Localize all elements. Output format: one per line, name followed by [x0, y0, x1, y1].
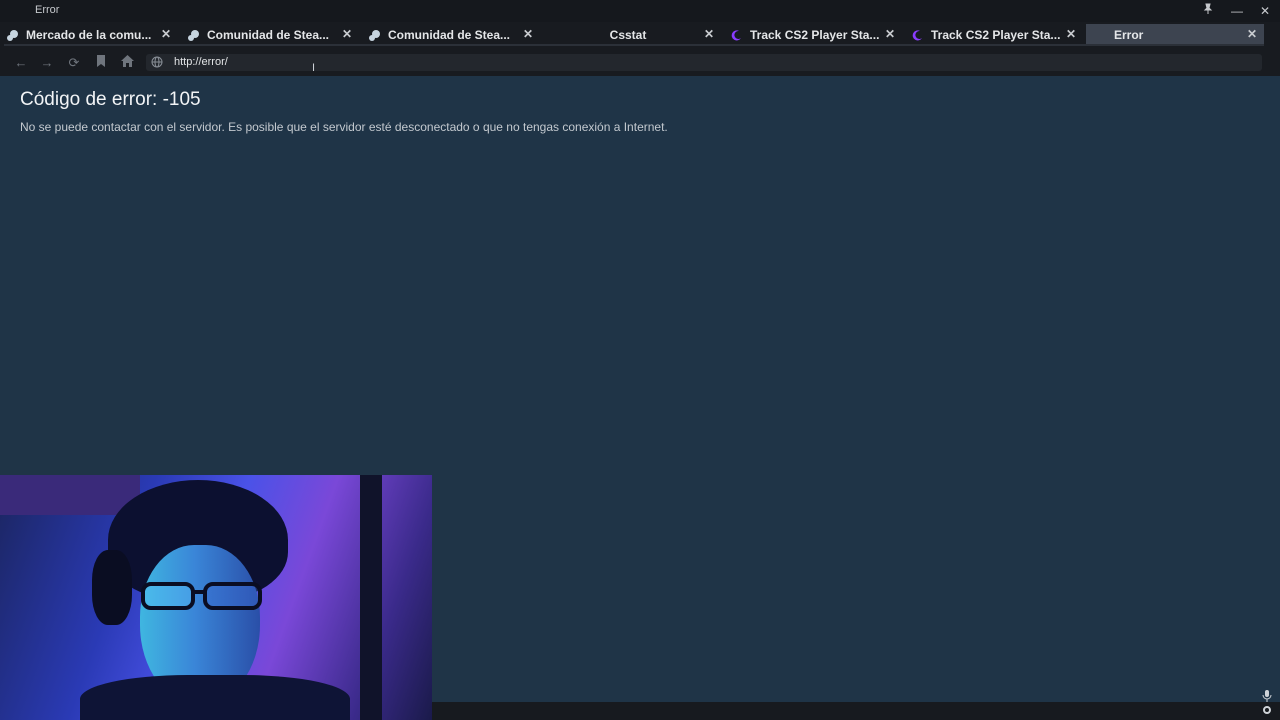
tab-label: Csstat [609, 28, 647, 42]
close-tab-icon[interactable]: ✕ [884, 27, 896, 41]
window-title: Error [35, 4, 60, 16]
status-bar [432, 702, 1280, 720]
bookmark-icon[interactable] [93, 55, 109, 71]
close-tab-icon[interactable]: ✕ [522, 27, 534, 41]
gear-icon[interactable] [1262, 705, 1274, 717]
back-arrow-icon[interactable]: ← [13, 55, 29, 71]
tab-track-cs2-2[interactable]: Track CS2 Player Sta... ✕ [905, 24, 1083, 46]
tab-error[interactable]: Error ✕ [1086, 24, 1264, 46]
steam-icon [188, 30, 199, 41]
url-text: http://error/ [174, 56, 228, 68]
tab-track-cs2-1[interactable]: Track CS2 Player Sta... ✕ [724, 24, 902, 46]
tab-label: Track CS2 Player Sta... [931, 28, 1061, 42]
close-window-icon[interactable]: ✕ [1257, 3, 1273, 19]
close-tab-icon[interactable]: ✕ [341, 27, 353, 41]
tab-label: Error [1114, 28, 1144, 42]
webcam-overlay [0, 475, 432, 720]
tab-comunidad-1[interactable]: Comunidad de Stea... ✕ [181, 24, 359, 46]
close-tab-icon[interactable]: ✕ [160, 27, 172, 41]
navigation-bar: ← → ⟳ http://error/ [0, 48, 1280, 76]
leetify-icon [912, 30, 922, 41]
headset-icon [92, 550, 132, 625]
steam-icon [7, 30, 18, 41]
tab-divider [4, 44, 1264, 46]
minimize-icon[interactable]: — [1229, 3, 1245, 19]
close-tab-icon[interactable]: ✕ [1246, 27, 1258, 41]
tab-label: Mercado de la comu... [26, 28, 152, 42]
tab-comunidad-2[interactable]: Comunidad de Stea... ✕ [362, 24, 540, 46]
close-tab-icon[interactable]: ✕ [703, 27, 715, 41]
home-icon[interactable] [119, 55, 135, 71]
window-titlebar: Error — ✕ [0, 0, 1280, 22]
tab-mercado[interactable]: Mercado de la comu... ✕ [0, 24, 178, 46]
glasses-icon [141, 582, 262, 610]
reload-icon[interactable]: ⟳ [66, 55, 82, 71]
tab-label: Comunidad de Stea... [207, 28, 330, 42]
tab-csstat[interactable]: Csstat ✕ [543, 24, 721, 46]
pin-icon[interactable] [1200, 3, 1216, 19]
text-cursor-icon: I [312, 62, 316, 74]
tab-label: Comunidad de Stea... [388, 28, 511, 42]
close-tab-icon[interactable]: ✕ [1065, 27, 1077, 41]
leetify-icon [731, 30, 741, 41]
error-title: Código de error: -105 [20, 89, 201, 110]
globe-icon [151, 56, 163, 68]
forward-arrow-icon[interactable]: → [39, 55, 55, 71]
steam-icon [369, 30, 380, 41]
tab-label: Track CS2 Player Sta... [750, 28, 880, 42]
microphone-icon[interactable] [1262, 690, 1274, 702]
error-message: No se puede contactar con el servidor. E… [20, 120, 668, 134]
